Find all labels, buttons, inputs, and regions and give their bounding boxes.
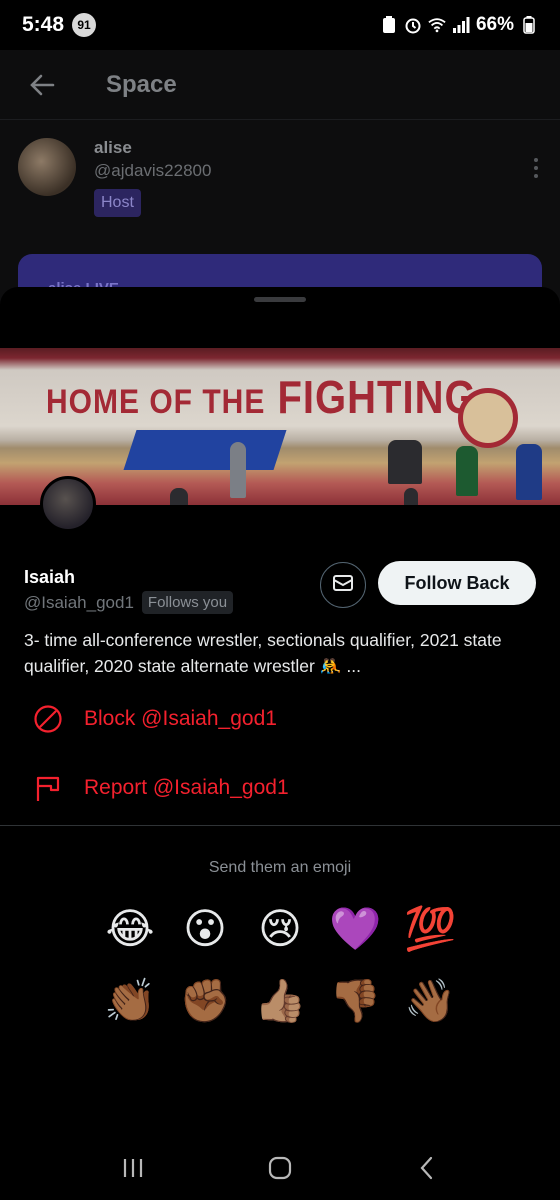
emoji-button[interactable]: 👏🏾 — [104, 975, 156, 1027]
report-label: Report @Isaiah_god1 — [84, 776, 289, 799]
profile-avatar[interactable] — [40, 476, 96, 532]
report-user-action[interactable]: Report @Isaiah_god1 — [32, 772, 289, 804]
signal-icon — [452, 16, 470, 34]
banner-figure — [170, 488, 188, 505]
host-row[interactable]: alise @ajdavis22800 Host — [0, 120, 560, 235]
follows-you-badge: Follows you — [141, 591, 234, 614]
flag-icon — [32, 772, 64, 804]
back-arrow-icon[interactable] — [28, 71, 56, 99]
block-user-action[interactable]: Block @Isaiah_god1 — [32, 703, 277, 735]
emoji-button[interactable]: ✊🏾 — [179, 975, 231, 1027]
page-title: Space — [106, 70, 177, 98]
emoji-button[interactable]: 👋🏾 — [404, 975, 456, 1027]
status-time: 5:48 — [22, 13, 65, 36]
banner-figure — [230, 442, 246, 498]
recents-icon[interactable] — [113, 1148, 153, 1188]
profile-bottom-sheet: HOME OF THE FIGHTING Isaiah @Isaiah_god1… — [0, 287, 560, 1200]
emoji-button[interactable]: 😂 — [104, 903, 156, 955]
status-right: 66% — [380, 14, 538, 36]
profile-bio: 3- time all-conference wrestler, section… — [24, 630, 502, 676]
emoji-prompt: Send them an emoji — [208, 859, 352, 876]
banner-figure — [456, 446, 478, 496]
space-page-background: Space alise @ajdavis22800 Host alise LIV… — [0, 50, 560, 314]
sheet-drag-handle[interactable] — [254, 297, 306, 302]
battery-percent: 66% — [475, 14, 514, 35]
banner-figure — [388, 440, 422, 484]
block-icon — [32, 703, 64, 735]
home-icon[interactable] — [260, 1148, 300, 1188]
status-left: 5:48 91 — [22, 13, 97, 37]
follow-back-button[interactable]: Follow Back — [378, 561, 536, 605]
wifi-icon — [428, 16, 446, 34]
envelope-icon — [332, 572, 354, 599]
banner-lettering: HOME OF THE FIGHTING — [46, 372, 477, 424]
banner-figure — [516, 444, 542, 500]
host-badge: Host — [94, 189, 141, 217]
alarm-icon — [404, 16, 422, 34]
section-divider — [0, 825, 560, 826]
notification-count-badge: 91 — [72, 13, 97, 37]
profile-name: Isaiah — [24, 567, 76, 587]
host-info: alise @ajdavis22800 Host — [94, 138, 534, 217]
handle-row: @Isaiah_god1 Follows you — [24, 591, 234, 614]
emoji-button[interactable]: 😮 — [179, 903, 231, 955]
host-handle: @ajdavis22800 — [94, 161, 212, 180]
banner-crest — [458, 388, 518, 448]
battery-saver-icon — [380, 16, 398, 34]
app-header: Space — [0, 50, 560, 120]
message-button[interactable] — [320, 562, 366, 608]
back-icon[interactable] — [407, 1148, 447, 1188]
emoji-button[interactable]: 💜 — [329, 903, 381, 955]
emoji-button[interactable]: 😢 — [254, 903, 306, 955]
host-avatar[interactable] — [18, 138, 76, 196]
system-nav-bar — [0, 1136, 560, 1200]
emoji-row: 👏🏾 ✊🏾 👍🏽 👎🏾 👋🏾 — [104, 975, 456, 1027]
block-label: Block @Isaiah_god1 — [84, 707, 277, 730]
emoji-button[interactable]: 💯 — [404, 903, 456, 955]
status-bar: 5:48 91 66% — [0, 0, 560, 50]
emoji-row: 😂 😮 😢 💜 💯 — [104, 903, 456, 955]
battery-icon — [520, 16, 538, 34]
profile-handle: @Isaiah_god1 — [24, 592, 134, 612]
emoji-button[interactable]: 👍🏽 — [254, 975, 306, 1027]
banner-figure — [404, 488, 418, 505]
emoji-button[interactable]: 👎🏾 — [329, 975, 381, 1027]
host-name: alise — [94, 138, 132, 157]
banner-mat — [123, 430, 287, 470]
more-options-icon[interactable] — [534, 158, 542, 217]
